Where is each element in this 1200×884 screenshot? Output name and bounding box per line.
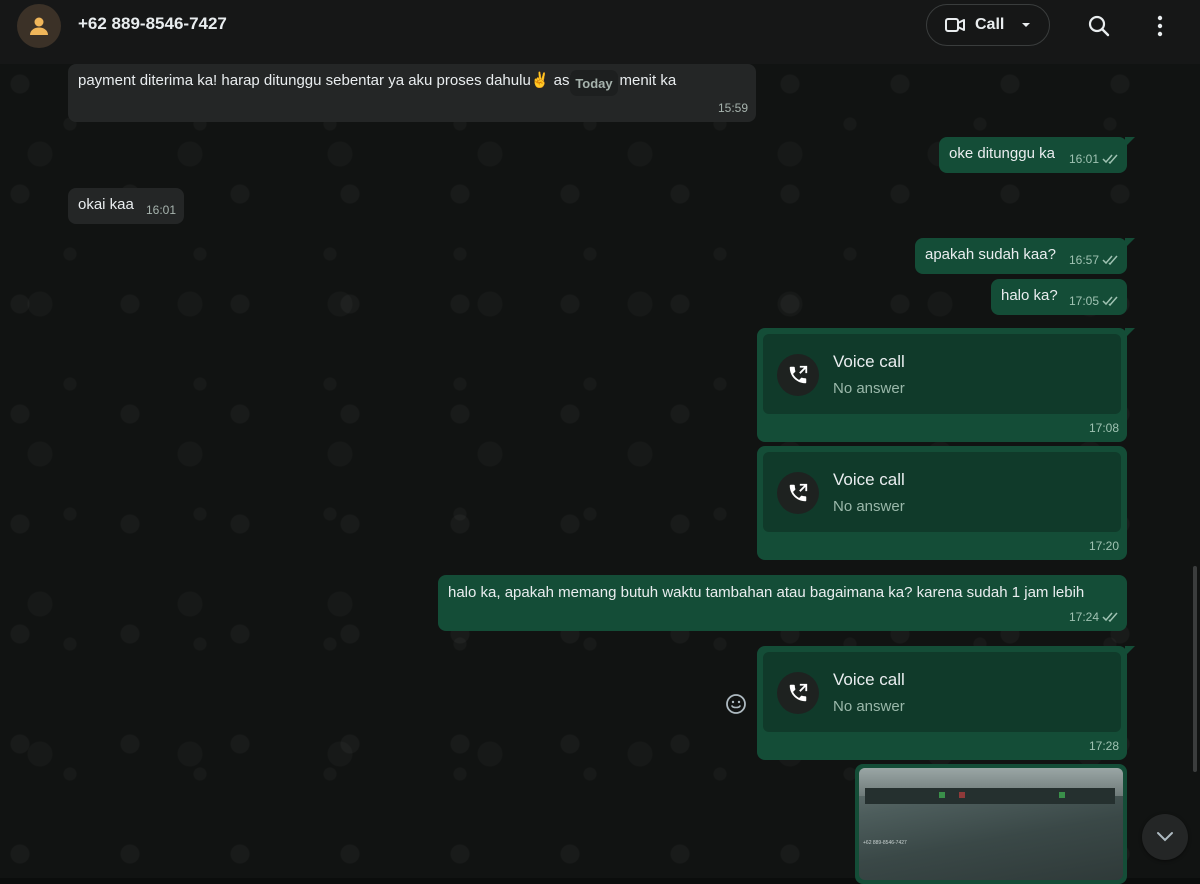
double-check-icon	[1102, 154, 1118, 164]
voice-call-title: Voice call	[833, 670, 905, 689]
more-options-icon[interactable]	[1150, 14, 1170, 38]
chat-header: +62 889-8546-7427 Call	[0, 0, 1200, 64]
message-time: 17:08	[1088, 421, 1119, 435]
emoji-reaction-icon[interactable]	[725, 693, 747, 715]
call-button[interactable]: Call	[926, 4, 1050, 46]
message-text: okai kaa	[78, 196, 134, 213]
chevron-down-icon	[1157, 832, 1173, 842]
message-incoming[interactable]: okai kaa 16:01	[68, 188, 184, 224]
message-text: apakah sudah kaa?	[925, 246, 1056, 263]
voice-call-title: Voice call	[833, 470, 905, 489]
double-check-icon	[1102, 296, 1118, 306]
message-text: halo ka, apakah memang butuh waktu tamba…	[448, 584, 1085, 601]
search-icon[interactable]	[1087, 14, 1111, 38]
message-text: payment diterima ka! harap ditunggu sebe…	[78, 72, 677, 89]
chevron-down-icon	[1022, 23, 1031, 27]
scrollbar-thumb[interactable]	[1193, 566, 1197, 772]
message-outgoing[interactable]: halo ka, apakah memang butuh waktu tamba…	[438, 575, 1127, 631]
outgoing-call-icon	[789, 365, 808, 384]
call-icon-circle	[777, 672, 819, 714]
call-icon-circle	[777, 354, 819, 396]
call-icon-circle	[777, 472, 819, 514]
voice-call-status: No answer	[833, 498, 905, 515]
voice-call-title: Voice call	[833, 352, 905, 371]
message-time: 17:20	[1088, 539, 1119, 553]
video-camera-icon	[945, 18, 965, 32]
message-time: 17:28	[1088, 739, 1119, 753]
date-divider: Today	[570, 70, 618, 96]
voice-call-card[interactable]: Voice call No answer	[763, 452, 1121, 532]
message-time: 16:01	[1068, 152, 1099, 166]
voice-call-card[interactable]: Voice call No answer	[763, 334, 1121, 414]
voice-call-message[interactable]: Voice call No answer 17:08	[757, 328, 1135, 442]
message-time: 15:59	[717, 101, 748, 115]
contact-name[interactable]: +62 889-8546-7427	[78, 14, 227, 34]
voice-call-status: No answer	[833, 698, 905, 715]
image-thumbnail-text: +62 889-8546-7427	[863, 840, 907, 846]
message-outgoing[interactable]: halo ka? 17:05	[991, 279, 1127, 315]
outgoing-call-icon	[789, 483, 808, 502]
voice-call-message[interactable]: Voice call No answer 17:28	[757, 646, 1135, 760]
person-icon	[30, 17, 48, 35]
message-outgoing[interactable]: apakah sudah kaa? 16:57	[915, 238, 1135, 274]
message-time: 16:01	[145, 203, 176, 217]
call-button-label: Call	[975, 16, 1005, 33]
outgoing-call-icon	[789, 683, 808, 702]
double-check-icon	[1102, 255, 1118, 265]
voice-call-message[interactable]: Voice call No answer 17:20	[757, 446, 1127, 560]
message-time: 17:05	[1068, 294, 1099, 308]
image-message[interactable]: +62 889-8546-7427	[855, 764, 1127, 884]
message-time: 17:24	[1068, 610, 1099, 624]
voice-call-card[interactable]: Voice call No answer	[763, 652, 1121, 732]
message-text: halo ka?	[1001, 287, 1058, 304]
message-time: 16:57	[1068, 253, 1099, 267]
image-thumbnail[interactable]: +62 889-8546-7427	[859, 768, 1123, 880]
message-incoming[interactable]: payment diterima ka! harap ditunggu sebe…	[68, 64, 756, 122]
avatar[interactable]	[17, 4, 61, 48]
message-text: oke ditunggu ka	[949, 145, 1055, 162]
message-outgoing[interactable]: oke ditunggu ka 16:01	[939, 137, 1135, 173]
scroll-to-bottom-button[interactable]	[1142, 814, 1188, 860]
double-check-icon	[1102, 612, 1118, 622]
voice-call-status: No answer	[833, 380, 905, 397]
